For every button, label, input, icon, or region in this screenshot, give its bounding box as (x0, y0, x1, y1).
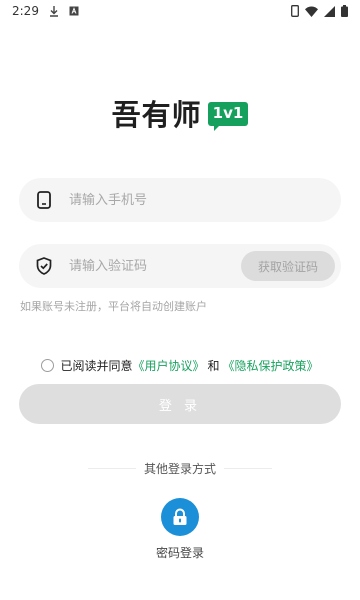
vibrate-icon (291, 5, 299, 17)
status-bar: 2:29 (0, 0, 360, 22)
logo-text: 吾有师 (111, 98, 202, 132)
app-logo: 吾有师 1v1 (0, 92, 360, 134)
phone-icon (19, 191, 69, 209)
user-agreement-link[interactable]: 《用户协议》 (132, 357, 204, 374)
other-methods-divider: 其他登录方式 (88, 460, 273, 477)
login-button[interactable]: 登 录 (19, 384, 341, 424)
password-login-label[interactable]: 密码登录 (156, 544, 204, 561)
auto-register-hint: 如果账号未注册，平台将自动创建账户 (20, 300, 207, 313)
divider-line-right (224, 468, 273, 469)
privacy-policy-link[interactable]: 《隐私保护政策》 (223, 357, 319, 374)
get-code-button[interactable]: 获取验证码 (241, 251, 335, 281)
wifi-icon (305, 6, 318, 17)
app-notification-icon (69, 6, 79, 16)
battery-icon (341, 5, 348, 17)
divider-line-left (88, 468, 136, 469)
agreement-prefix: 已阅读并同意 (60, 359, 133, 373)
password-login-option[interactable]: 密码登录 (0, 498, 360, 561)
shield-check-icon (19, 257, 69, 275)
logo-badge: 1v1 (207, 102, 249, 131)
lock-icon[interactable] (161, 498, 199, 536)
other-methods-label: 其他登录方式 (144, 462, 217, 476)
code-field[interactable]: 获取验证码 (19, 244, 341, 288)
phone-field[interactable] (19, 178, 341, 222)
signal-icon (324, 5, 335, 17)
status-time: 2:29 (12, 4, 39, 18)
agreement-checkbox[interactable] (41, 359, 55, 372)
agreement-and: 和 (207, 359, 220, 373)
download-icon (49, 5, 59, 17)
phone-input[interactable] (69, 178, 341, 222)
agreement-row: 已阅读并同意 《用户协议》 和 《隐私保护政策》 (0, 357, 360, 374)
